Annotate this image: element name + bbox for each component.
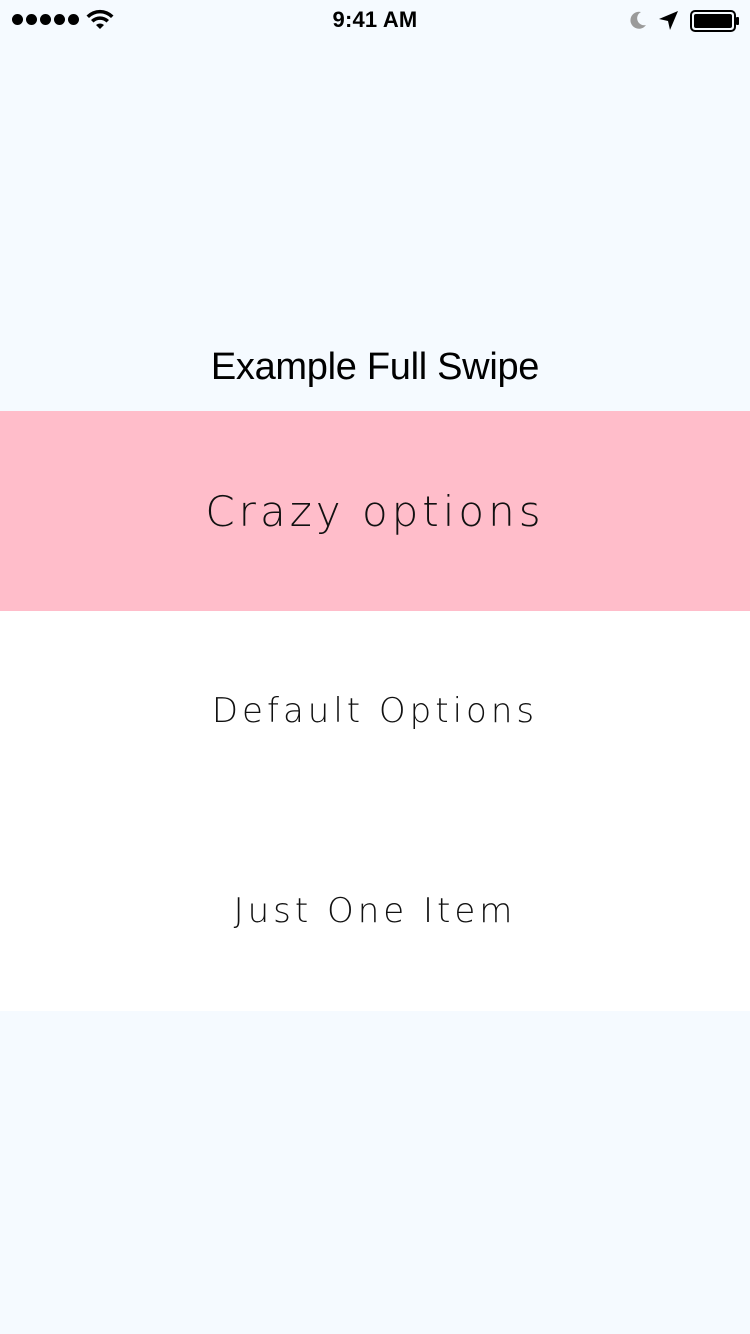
- list-item-label: Just One Item: [233, 891, 517, 931]
- do-not-disturb-moon-icon: [630, 11, 646, 29]
- list-item-label: Crazy options: [205, 486, 545, 536]
- list-item-label: Default Options: [211, 691, 539, 731]
- battery-icon: [690, 10, 739, 32]
- location-arrow-icon: [659, 11, 678, 30]
- list-item-crazy-options[interactable]: Crazy options: [0, 411, 750, 611]
- options-list: Crazy options Default Options Just One I…: [0, 411, 750, 1011]
- list-item-just-one-item[interactable]: Just One Item: [0, 811, 750, 1011]
- status-bar: 9:41 AM: [0, 0, 750, 40]
- list-item-default-options[interactable]: Default Options: [0, 611, 750, 811]
- page-title: Example Full Swipe: [210, 346, 540, 388]
